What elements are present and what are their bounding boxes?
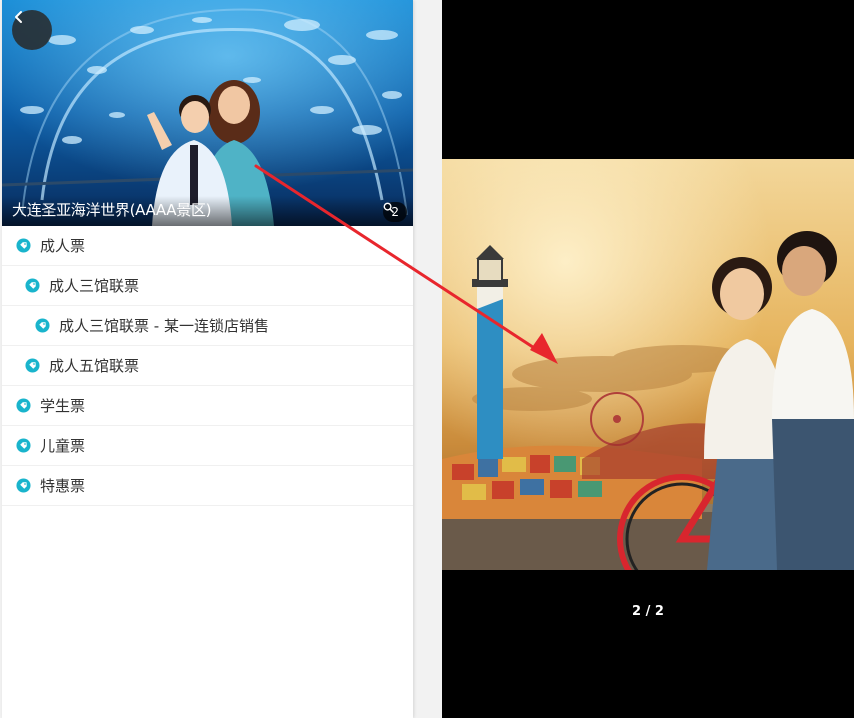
photo-count-badge[interactable]: 2 — [383, 202, 407, 222]
ticket-tag-icon — [25, 358, 40, 373]
ticket-tag-icon — [16, 398, 31, 413]
photo-pager: 2 / 2 — [632, 604, 664, 619]
ticket-item-special[interactable]: 特惠票 — [2, 466, 413, 506]
ticket-tag-icon — [16, 478, 31, 493]
ticket-label: 成人三馆联票 - 某一连锁店销售 — [59, 317, 269, 335]
back-button[interactable] — [12, 10, 52, 50]
chevron-left-icon — [15, 11, 22, 23]
viewer-photo[interactable] — [442, 159, 854, 570]
ticket-label: 特惠票 — [40, 477, 86, 495]
lighthouse-bicycle-photo — [442, 159, 854, 570]
photo-viewer[interactable]: 2 / 2 — [442, 0, 854, 718]
ticket-tag-icon — [25, 278, 40, 293]
ticket-type-list: 成人票 成人三馆联票 成人三馆联票 - 某一连锁店销售 成人五馆联票 学生票 儿… — [2, 226, 413, 506]
search-icon — [383, 202, 395, 213]
ticket-label: 儿童票 — [40, 437, 86, 455]
ticket-tag-icon — [16, 238, 31, 253]
ticket-item-student[interactable]: 学生票 — [2, 386, 413, 426]
scenic-title: 大连圣亚海洋世界(AAAA景区) — [12, 201, 212, 219]
scenic-detail-panel: 大连圣亚海洋世界(AAAA景区) 2 成人票 成人三馆联票 成人三馆联票 - 某… — [2, 0, 413, 718]
ticket-tag-icon — [35, 318, 50, 333]
ticket-label: 成人五馆联票 — [49, 357, 140, 375]
ticket-label: 学生票 — [40, 397, 86, 415]
ticket-tag-icon — [16, 438, 31, 453]
app-root: 大连圣亚海洋世界(AAAA景区) 2 成人票 成人三馆联票 成人三馆联票 - 某… — [0, 0, 854, 718]
ticket-item-adult-three-venue[interactable]: 成人三馆联票 — [2, 266, 413, 306]
ticket-item-adult-three-venue-chain[interactable]: 成人三馆联票 - 某一连锁店销售 — [2, 306, 413, 346]
ticket-label: 成人三馆联票 — [49, 277, 140, 295]
ticket-label: 成人票 — [40, 237, 86, 255]
aquarium-photo — [2, 0, 413, 226]
ticket-item-child[interactable]: 儿童票 — [2, 426, 413, 466]
ticket-item-adult[interactable]: 成人票 — [2, 226, 413, 266]
hero-image[interactable]: 大连圣亚海洋世界(AAAA景区) 2 — [2, 0, 413, 226]
ticket-item-adult-five-venue[interactable]: 成人五馆联票 — [2, 346, 413, 386]
